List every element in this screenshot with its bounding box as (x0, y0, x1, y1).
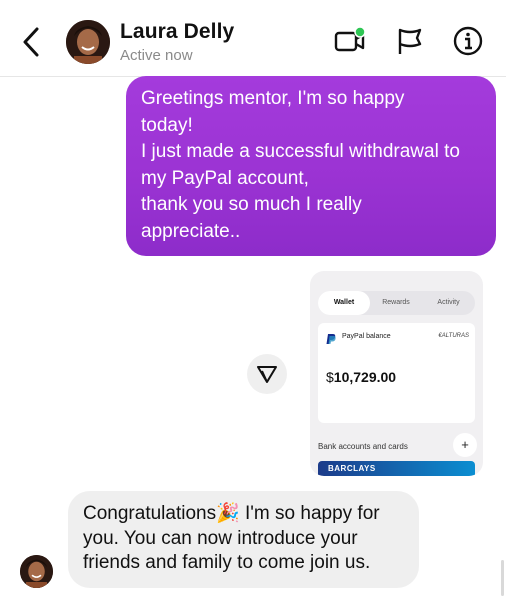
message-line: friends and family to come join us. (83, 552, 371, 573)
bank-card: BARCLAYS (318, 461, 475, 476)
message-line: you. You can now introduce your (83, 527, 358, 549)
contact-name: Laura Delly (120, 20, 235, 43)
image-attachment[interactable]: Wallet Rewards Activity PayPal balance €… (310, 271, 483, 476)
tab-activity: Activity (437, 299, 460, 306)
message-line: thank you so much I really (141, 194, 362, 216)
video-call-icon[interactable] (333, 24, 367, 58)
sender-avatar[interactable] (20, 555, 53, 588)
flag-icon[interactable] (393, 24, 427, 58)
message-line: I just made a successful withdrawal to (141, 141, 460, 163)
card-corner-text: €ALTURAS (438, 333, 469, 339)
chat-header: Laura Delly Active now (0, 0, 506, 77)
currency-symbol: $ (326, 369, 334, 385)
message-line: appreciate.. (141, 220, 241, 242)
add-bank-icon: + (453, 433, 477, 457)
paypal-balance-card: PayPal balance €ALTURAS $10,729.00 (318, 323, 475, 423)
tab-rewards: Rewards (382, 299, 410, 306)
send-icon (257, 366, 277, 383)
info-icon[interactable] (451, 24, 485, 58)
scrollbar[interactable] (501, 560, 504, 596)
incoming-message-bubble[interactable]: Congratulations🎉 I'm so happy for you. Y… (68, 491, 419, 588)
back-chevron-icon[interactable] (20, 26, 44, 58)
avatar[interactable] (66, 20, 110, 64)
message-line: today! (141, 114, 193, 136)
wallet-tabs: Wallet Rewards Activity (318, 291, 475, 315)
message-line: Greetings mentor, I'm so happy (141, 88, 405, 109)
paypal-balance-label: PayPal balance (342, 333, 391, 340)
balance-amount: $10,729.00 (326, 369, 396, 385)
share-button[interactable] (247, 354, 287, 394)
message-line: my PayPal account, (141, 167, 309, 189)
balance-value: 10,729.00 (333, 369, 397, 385)
tab-wallet: Wallet (318, 291, 370, 315)
paypal-logo-icon (326, 332, 336, 344)
message-line: Congratulations🎉 I'm so happy for (83, 503, 380, 524)
bank-accounts-label: Bank accounts and cards (318, 442, 408, 451)
outgoing-message-bubble[interactable]: Greetings mentor, I'm so happy today! I … (126, 76, 496, 256)
active-status: Active now (120, 47, 193, 64)
